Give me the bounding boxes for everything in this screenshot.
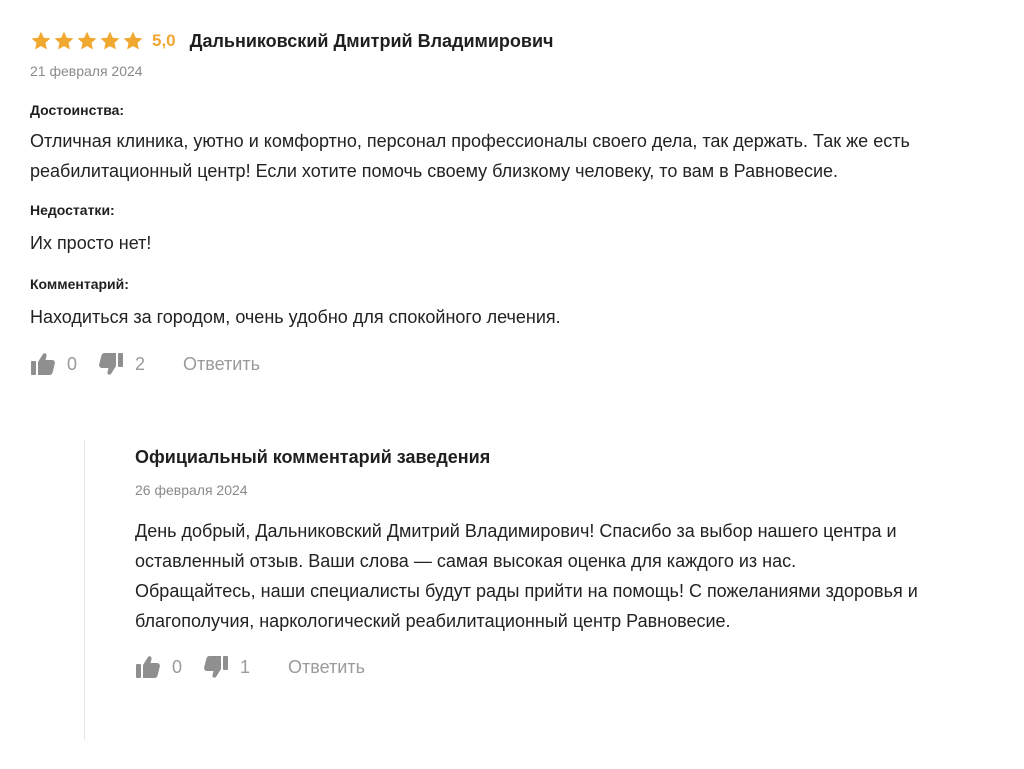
thumbs-up-icon [30, 352, 56, 376]
star-icon [30, 30, 52, 52]
official-reply: Официальный комментарий заведения 26 фев… [84, 440, 965, 740]
comment-title: Комментарий: [30, 276, 129, 292]
review-date: 21 февраля 2024 [30, 63, 143, 79]
review-card: 5,0 Дальниковский Дмитрий Владимирович 2… [30, 28, 930, 378]
dislike-count: 2 [135, 353, 146, 374]
author-name[interactable]: Дальниковский Дмитрий Владимирович [190, 31, 554, 52]
pros-text: Отличная клиника, уютно и комфортно, пер… [30, 131, 910, 181]
dislike-count: 1 [240, 656, 251, 677]
pros-title: Достоинства: [30, 102, 125, 118]
dislike-button[interactable]: 2 [98, 352, 145, 376]
rating-stars [30, 30, 144, 52]
cons-text: Их просто нет! [30, 233, 152, 253]
cons-title: Недостатки: [30, 202, 115, 218]
reply-button[interactable]: Ответить [288, 657, 365, 678]
star-icon [76, 30, 98, 52]
thumbs-down-icon [203, 655, 229, 679]
rating-value: 5,0 [152, 31, 176, 50]
reply-button[interactable]: Ответить [183, 354, 260, 375]
review-header: 5,0 Дальниковский Дмитрий Владимирович [30, 28, 930, 54]
official-reply-date: 26 февраля 2024 [135, 482, 248, 498]
comment-text: Находиться за городом, очень удобно для … [30, 307, 561, 327]
star-icon [99, 30, 121, 52]
dislike-button[interactable]: 1 [203, 655, 250, 679]
like-button[interactable]: 0 [135, 655, 182, 679]
like-button[interactable]: 0 [30, 352, 77, 376]
like-count: 0 [172, 656, 183, 677]
star-icon [122, 30, 144, 52]
thumbs-up-icon [135, 655, 161, 679]
official-reply-text: День добрый, Дальниковский Дмитрий Влади… [135, 521, 918, 631]
star-icon [53, 30, 75, 52]
like-count: 0 [67, 353, 78, 374]
review-actions: 0 2 Ответить [30, 350, 930, 378]
thumbs-down-icon [98, 352, 124, 376]
official-reply-actions: 0 1 Ответить [135, 653, 965, 681]
official-reply-title: Официальный комментарий заведения [135, 447, 491, 467]
